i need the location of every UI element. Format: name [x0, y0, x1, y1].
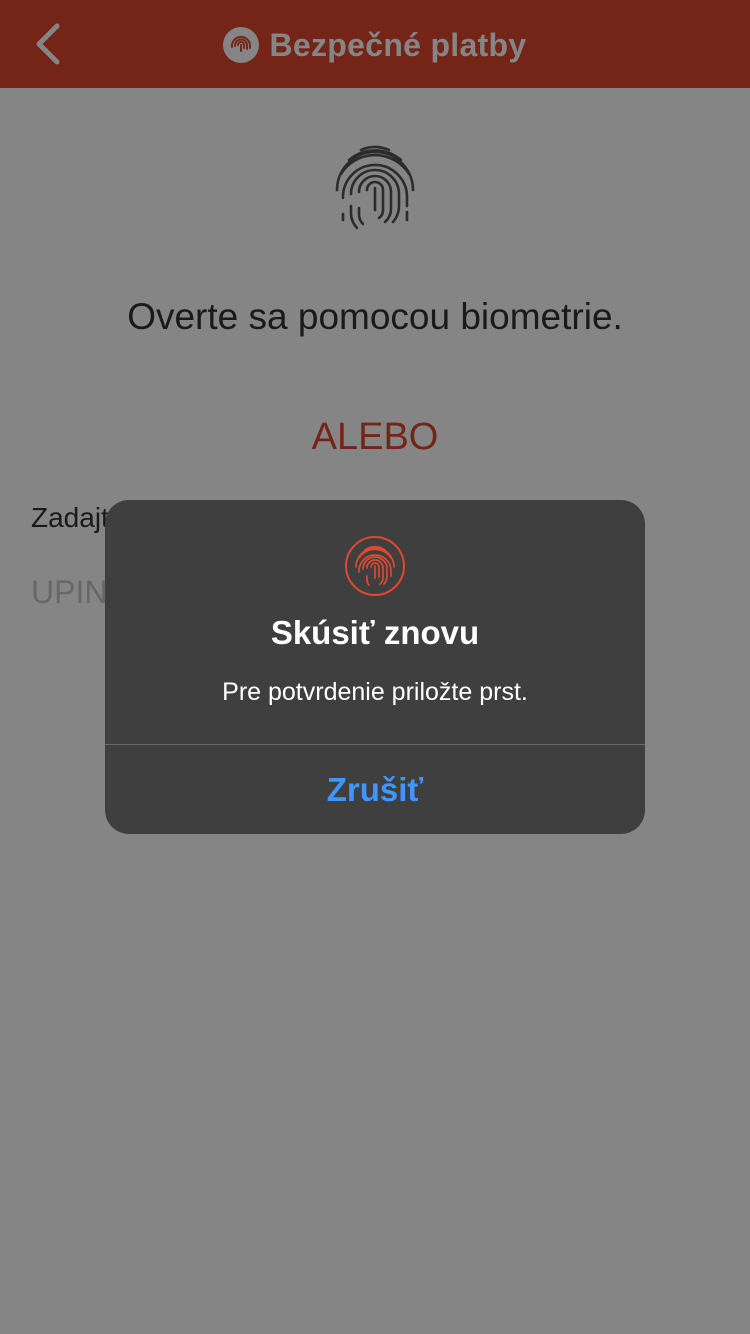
dialog-title: Skúsiť znovu: [270, 614, 480, 651]
cancel-button[interactable]: Zrušiť: [105, 745, 645, 834]
touch-id-dialog: Skúsiť znovu Pre potvrdenie priložte prs…: [105, 500, 645, 834]
fingerprint-icon: [345, 536, 405, 596]
dialog-message: Pre potvrdenie priložte prst.: [222, 678, 528, 706]
